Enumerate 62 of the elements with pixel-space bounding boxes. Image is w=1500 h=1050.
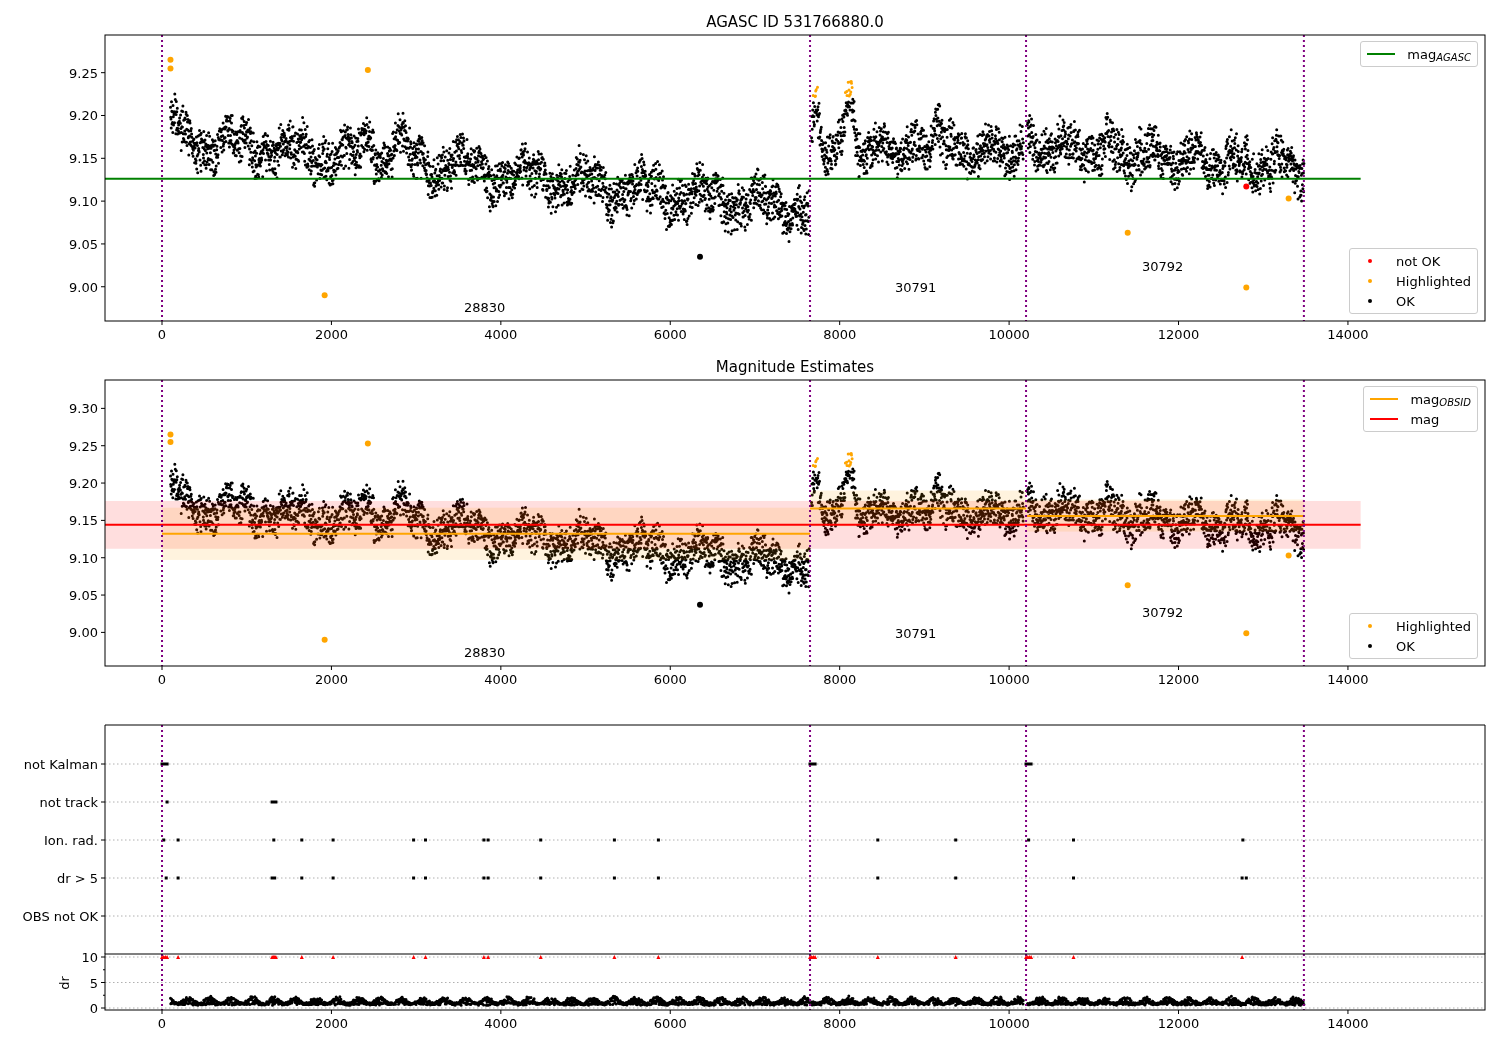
legend-label: Highlighted: [1396, 274, 1471, 288]
tick-label: 8000: [823, 1016, 857, 1031]
tick-label: 10000: [988, 327, 1030, 342]
chart-title: Magnitude Estimates: [715, 358, 875, 376]
tick-label: 6000: [653, 672, 687, 687]
tick-label: 10000: [988, 1016, 1030, 1031]
tick-label: 4000: [484, 1016, 518, 1031]
tick-label: 9.20: [69, 108, 98, 124]
tick-label: 9.15: [69, 151, 98, 167]
tick-label: 6000: [653, 327, 687, 342]
tick-label: 10000: [988, 672, 1030, 687]
category-label: not track: [39, 795, 98, 810]
tick-label: 6000: [653, 1016, 687, 1031]
tick-label: 2000: [314, 1016, 348, 1031]
tick-label: 9.30: [69, 401, 98, 417]
tick-label: 8000: [823, 327, 857, 342]
category-label: dr > 5: [56, 871, 98, 886]
tick-label: 9.05: [69, 236, 98, 252]
tick-label: 4000: [484, 327, 518, 342]
tick-label: 5: [89, 975, 98, 991]
legend-label: mag: [1410, 412, 1440, 426]
tick-label: 14000: [1327, 672, 1369, 687]
chart-title: AGASC ID 531766880.0: [706, 13, 884, 31]
tick-label: 14000: [1327, 1016, 1369, 1031]
annotation-label: 30791: [895, 625, 937, 641]
tick-label: 9.25: [69, 438, 98, 454]
category-label: Ion. rad.: [44, 833, 98, 848]
legend-label: OK: [1396, 639, 1415, 653]
tick-label: 9.10: [69, 194, 98, 210]
annotation-label: 30791: [895, 279, 937, 295]
legend-label: Highlighted: [1396, 619, 1471, 633]
tick-label: 9.00: [69, 625, 98, 641]
legend-label: OK: [1396, 294, 1415, 308]
category-label: not Kalman: [23, 757, 98, 772]
tick-label: 9.20: [69, 476, 98, 492]
tick-label: 14000: [1327, 327, 1369, 342]
legend-label: mag$_{OBSID}$: [1410, 392, 1471, 406]
annotation-label: 30792: [1142, 259, 1184, 275]
annotation-label: 28830: [464, 645, 506, 661]
tick-label: 0: [157, 1016, 167, 1031]
tick-label: 2000: [314, 327, 348, 342]
axis-label: dr: [57, 976, 72, 990]
tick-label: 0: [89, 1001, 98, 1016]
legend-label: mag$_{AGASC}$: [1407, 47, 1471, 61]
category-label: OBS not OK: [22, 909, 98, 924]
tick-label: 0: [157, 327, 167, 342]
tick-label: 8000: [823, 672, 857, 687]
legend-label: not OK: [1396, 254, 1441, 268]
tick-label: 9.15: [69, 513, 98, 529]
tick-label: 12000: [1157, 1016, 1200, 1031]
annotation-label: 28830: [464, 299, 506, 315]
tick-label: 9.25: [69, 65, 98, 81]
tick-label: 9.05: [69, 588, 98, 604]
annotation-label: 30792: [1142, 605, 1184, 621]
tick-label: 2000: [314, 672, 348, 687]
tick-label: 10: [81, 950, 98, 965]
tick-label: 12000: [1157, 672, 1200, 687]
tick-label: 9.10: [69, 550, 98, 566]
tick-label: 4000: [484, 672, 518, 687]
tick-label: 0: [157, 672, 167, 687]
tick-label: 12000: [1157, 327, 1200, 342]
tick-label: 9.00: [69, 279, 98, 295]
